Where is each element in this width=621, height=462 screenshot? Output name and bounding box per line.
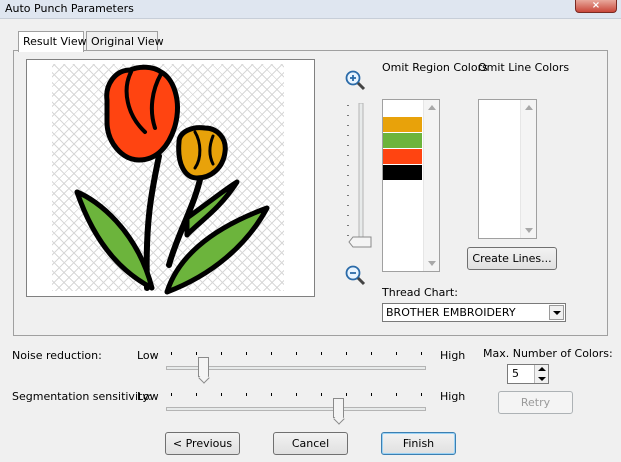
slider-tick — [271, 352, 272, 355]
slider-tick — [321, 352, 322, 355]
omit-region-label: Omit Region Colors — [382, 61, 488, 74]
omit-line-scrollbar[interactable] — [520, 100, 536, 238]
slider-thumb[interactable] — [332, 398, 344, 418]
slider-tick — [196, 352, 197, 355]
cancel-button[interactable]: Cancel — [273, 432, 348, 455]
spin-down-icon[interactable] — [538, 377, 546, 381]
max-colors-spinner[interactable]: 5 — [507, 364, 549, 384]
tab-original-view[interactable]: Original View — [86, 31, 164, 51]
slider-tick — [221, 393, 222, 396]
slider-tick — [396, 352, 397, 355]
slider-track — [166, 407, 426, 411]
thread-chart-select[interactable]: BROTHER EMBROIDERY — [382, 303, 566, 322]
slider-tick — [396, 393, 397, 396]
segmentation-low-label: Low — [137, 390, 159, 403]
zoom-out-icon[interactable] — [344, 264, 366, 286]
segmentation-slider[interactable] — [166, 393, 441, 425]
zoom-slider[interactable] — [345, 102, 375, 253]
slider-tick — [171, 393, 172, 396]
create-lines-button[interactable]: Create Lines... — [467, 247, 557, 270]
slider-tick — [246, 352, 247, 355]
slider-tick — [346, 393, 347, 396]
omit-region-scrollbar[interactable] — [423, 100, 439, 271]
window-title: Auto Punch Parameters — [5, 2, 134, 15]
segmentation-high-label: High — [440, 390, 466, 403]
tab-result-view[interactable]: Result View — [18, 31, 87, 52]
omit-line-list[interactable] — [478, 99, 537, 239]
noise-low-label: Low — [137, 349, 159, 362]
slider-tick — [421, 393, 422, 396]
segmentation-label: Segmentation sensitivity: — [12, 390, 152, 403]
slider-tick — [371, 352, 372, 355]
spinner-buttons[interactable] — [534, 365, 548, 383]
slider-tick — [421, 352, 422, 355]
thread-chart-label: Thread Chart: — [382, 286, 458, 299]
auto-punch-dialog: Auto Punch Parameters × Result View Orig… — [0, 0, 621, 462]
finish-button[interactable]: Finish — [381, 432, 456, 455]
retry-button[interactable]: Retry — [498, 391, 573, 414]
slider-thumb[interactable] — [198, 357, 210, 377]
slider-tick — [321, 393, 322, 396]
noise-reduction-label: Noise reduction: — [12, 349, 102, 362]
scroll-down-icon[interactable] — [428, 261, 436, 266]
scroll-down-icon[interactable] — [525, 228, 533, 233]
color-swatch[interactable] — [383, 101, 422, 117]
color-swatch[interactable] — [383, 133, 422, 149]
slider-tick — [371, 393, 372, 396]
slider-tick — [296, 352, 297, 355]
slider-tick — [246, 393, 247, 396]
max-colors-label: Max. Number of Colors: — [483, 347, 613, 360]
title-bar: Auto Punch Parameters × — [0, 0, 621, 19]
slider-tick — [221, 352, 222, 355]
zoom-in-icon[interactable] — [344, 69, 366, 91]
spin-up-icon[interactable] — [538, 367, 546, 371]
color-swatch[interactable] — [383, 149, 422, 165]
color-swatch[interactable] — [383, 117, 422, 133]
noise-high-label: High — [440, 349, 466, 362]
chevron-down-icon[interactable] — [549, 305, 564, 320]
slider-tick — [271, 393, 272, 396]
omit-line-label: Omit Line Colors — [478, 61, 570, 74]
preview-area — [26, 59, 315, 297]
tulip-image — [74, 64, 270, 295]
noise-reduction-slider[interactable] — [166, 352, 441, 384]
slider-tick — [171, 352, 172, 355]
slider-tick — [346, 352, 347, 355]
max-colors-value[interactable]: 5 — [512, 367, 519, 380]
close-button[interactable]: × — [575, 0, 617, 13]
omit-region-list[interactable] — [382, 99, 440, 272]
previous-button[interactable]: < Previous — [165, 432, 240, 455]
color-swatch[interactable] — [383, 165, 422, 181]
thread-chart-value: BROTHER EMBROIDERY — [386, 306, 516, 319]
slider-tick — [196, 393, 197, 396]
scroll-up-icon[interactable] — [428, 105, 436, 110]
scroll-up-icon[interactable] — [525, 105, 533, 110]
slider-tick — [296, 393, 297, 396]
